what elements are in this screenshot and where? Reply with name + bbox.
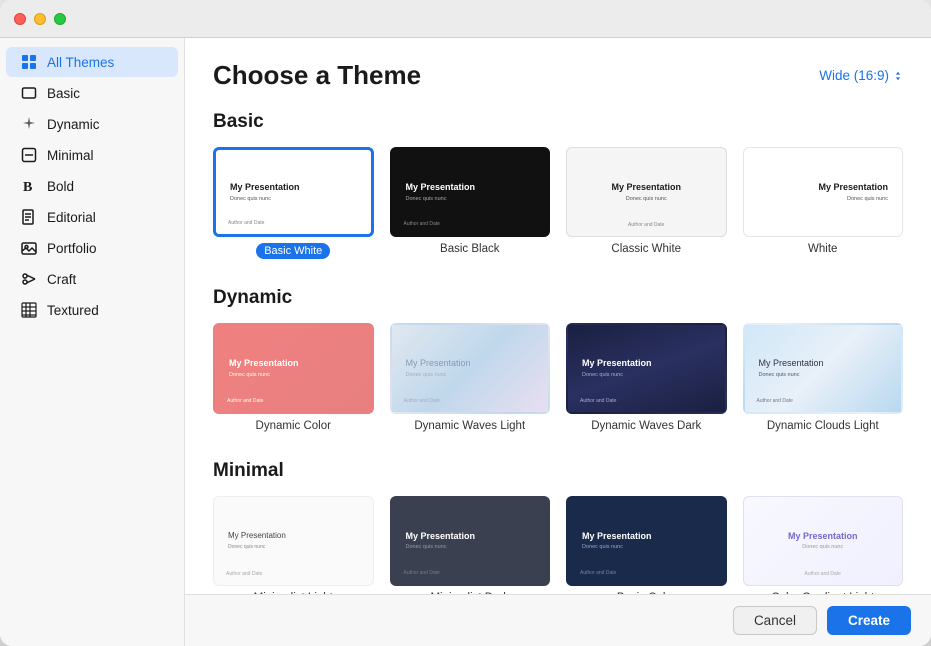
theme-label-wrap-basic-black: Basic Black (440, 243, 499, 255)
rectangle-icon (20, 84, 38, 102)
aspect-ratio-selector[interactable]: Wide (16:9) (819, 68, 903, 83)
footer: Cancel Create (185, 594, 931, 646)
theme-label-wrap-classic-white: Classic White (611, 243, 681, 255)
sidebar-label-editorial: Editorial (47, 210, 96, 225)
theme-label-dynamic-clouds-light: Dynamic Clouds Light (767, 420, 879, 432)
chevron-updown-icon (893, 71, 903, 81)
sidebar-label-basic: Basic (47, 86, 80, 101)
sidebar-item-dynamic[interactable]: Dynamic (6, 109, 178, 139)
sidebar-item-basic[interactable]: Basic (6, 78, 178, 108)
theme-thumb-dynamic-waves-dark: My Presentation Donec quis nunc Author a… (566, 323, 727, 413)
theme-label-basic-black: Basic Black (440, 243, 499, 255)
section-title-basic: Basic (213, 111, 903, 133)
theme-grid-dynamic: My Presentation Donec quis nunc Author a… (213, 323, 903, 431)
theme-dynamic-waves-light[interactable]: My Presentation Donec quis nunc Author a… (390, 323, 551, 431)
photo-icon (20, 239, 38, 257)
sidebar-label-craft: Craft (47, 272, 76, 287)
theme-thumb-classic-white: My Presentation Donec quis nunc Author a… (566, 147, 727, 237)
theme-thumb-dynamic-clouds-light: My Presentation Donec quis nunc Author a… (743, 323, 904, 413)
scissors-icon (20, 270, 38, 288)
sparkles-icon (20, 115, 38, 133)
close-button[interactable] (14, 13, 26, 25)
theme-thumb-basic-black: My Presentation Donec quis nunc Author a… (390, 147, 551, 237)
theme-label-classic-white: Classic White (611, 243, 681, 255)
cancel-button[interactable]: Cancel (733, 606, 817, 635)
theme-minimalist-light[interactable]: My Presentation Donec quis nunc Author a… (213, 496, 374, 594)
traffic-lights (14, 13, 66, 25)
minus-square-icon (20, 146, 38, 164)
sidebar-label-dynamic: Dynamic (47, 117, 100, 132)
sidebar-item-textured[interactable]: Textured (6, 295, 178, 325)
theme-label-dynamic-waves-light: Dynamic Waves Light (414, 420, 525, 432)
maximize-button[interactable] (54, 13, 66, 25)
minimize-button[interactable] (34, 13, 46, 25)
theme-minimalist-dark[interactable]: My Presentation Donec quis nunc Author a… (390, 496, 551, 594)
section-basic: Basic My Presentation Donec quis nunc Au… (213, 111, 903, 259)
main-window: All Themes Basic Dynamic (0, 0, 931, 646)
theme-thumb-white: My Presentation Donec quis nunc (743, 147, 904, 237)
sidebar-item-all-themes[interactable]: All Themes (6, 47, 178, 77)
theme-dynamic-waves-dark[interactable]: My Presentation Donec quis nunc Author a… (566, 323, 727, 431)
theme-label-wrap-white: White (808, 243, 837, 255)
grid-icon (20, 53, 38, 71)
titlebar (0, 0, 931, 38)
theme-label-wrap-dynamic-color: Dynamic Color (256, 420, 331, 432)
section-title-dynamic: Dynamic (213, 287, 903, 309)
theme-white[interactable]: My Presentation Donec quis nunc White (743, 147, 904, 259)
theme-basic-white[interactable]: My Presentation Donec quis nunc Author a… (213, 147, 374, 259)
content-area: All Themes Basic Dynamic (0, 38, 931, 646)
sidebar-label-portfolio: Portfolio (47, 241, 97, 256)
theme-label-dynamic-waves-dark: Dynamic Waves Dark (591, 420, 701, 432)
texture-icon (20, 301, 38, 319)
theme-label-white: White (808, 243, 837, 255)
theme-thumb-color-gradient-light: My Presentation Donec quis nunc Author a… (743, 496, 904, 586)
theme-grid-minimal: My Presentation Donec quis nunc Author a… (213, 496, 903, 594)
selected-badge: Basic White (256, 243, 330, 259)
main-content: Choose a Theme Wide (16:9) Basic (185, 38, 931, 646)
sidebar-label-all-themes: All Themes (47, 55, 114, 70)
section-dynamic: Dynamic My Presentation Donec quis nunc … (213, 287, 903, 431)
doc-text-icon (20, 208, 38, 226)
section-minimal: Minimal My Presentation Donec quis nunc … (213, 460, 903, 594)
theme-label-wrap-basic-white: Basic White (256, 243, 330, 259)
sidebar-label-minimal: Minimal (47, 148, 94, 163)
sidebar-item-portfolio[interactable]: Portfolio (6, 233, 178, 263)
sidebar-item-bold[interactable]: B Bold (6, 171, 178, 201)
theme-thumb-dynamic-color: My Presentation Donec quis nunc Author a… (213, 323, 374, 413)
theme-thumb-basic-white: My Presentation Donec quis nunc Author a… (213, 147, 374, 237)
sidebar: All Themes Basic Dynamic (0, 38, 185, 646)
theme-basic-black[interactable]: My Presentation Donec quis nunc Author a… (390, 147, 551, 259)
theme-grid-basic: My Presentation Donec quis nunc Author a… (213, 147, 903, 259)
theme-basic-color[interactable]: My Presentation Donec quis nunc Author a… (566, 496, 727, 594)
main-header: Choose a Theme Wide (16:9) (185, 38, 931, 101)
theme-classic-white[interactable]: My Presentation Donec quis nunc Author a… (566, 147, 727, 259)
svg-text:B: B (23, 180, 32, 194)
themes-scroll-area[interactable]: Basic My Presentation Donec quis nunc Au… (185, 101, 931, 594)
theme-thumb-minimalist-dark: My Presentation Donec quis nunc Author a… (390, 496, 551, 586)
bold-icon: B (20, 177, 38, 195)
sidebar-label-textured: Textured (47, 303, 99, 318)
theme-label-wrap-dynamic-clouds-light: Dynamic Clouds Light (767, 420, 879, 432)
theme-dynamic-clouds-light[interactable]: My Presentation Donec quis nunc Author a… (743, 323, 904, 431)
theme-thumb-basic-color: My Presentation Donec quis nunc Author a… (566, 496, 727, 586)
theme-color-gradient-light[interactable]: My Presentation Donec quis nunc Author a… (743, 496, 904, 594)
theme-dynamic-color[interactable]: My Presentation Donec quis nunc Author a… (213, 323, 374, 431)
sidebar-item-editorial[interactable]: Editorial (6, 202, 178, 232)
theme-thumb-dynamic-waves-light: My Presentation Donec quis nunc Author a… (390, 323, 551, 413)
theme-label-wrap-dynamic-waves-light: Dynamic Waves Light (414, 420, 525, 432)
sidebar-item-craft[interactable]: Craft (6, 264, 178, 294)
create-button[interactable]: Create (827, 606, 911, 635)
aspect-ratio-label: Wide (16:9) (819, 68, 889, 83)
sidebar-item-minimal[interactable]: Minimal (6, 140, 178, 170)
theme-thumb-minimalist-light: My Presentation Donec quis nunc Author a… (213, 496, 374, 586)
theme-label-dynamic-color: Dynamic Color (256, 420, 331, 432)
sidebar-label-bold: Bold (47, 179, 74, 194)
page-title: Choose a Theme (213, 60, 421, 91)
section-title-minimal: Minimal (213, 460, 903, 482)
theme-label-wrap-dynamic-waves-dark: Dynamic Waves Dark (591, 420, 701, 432)
